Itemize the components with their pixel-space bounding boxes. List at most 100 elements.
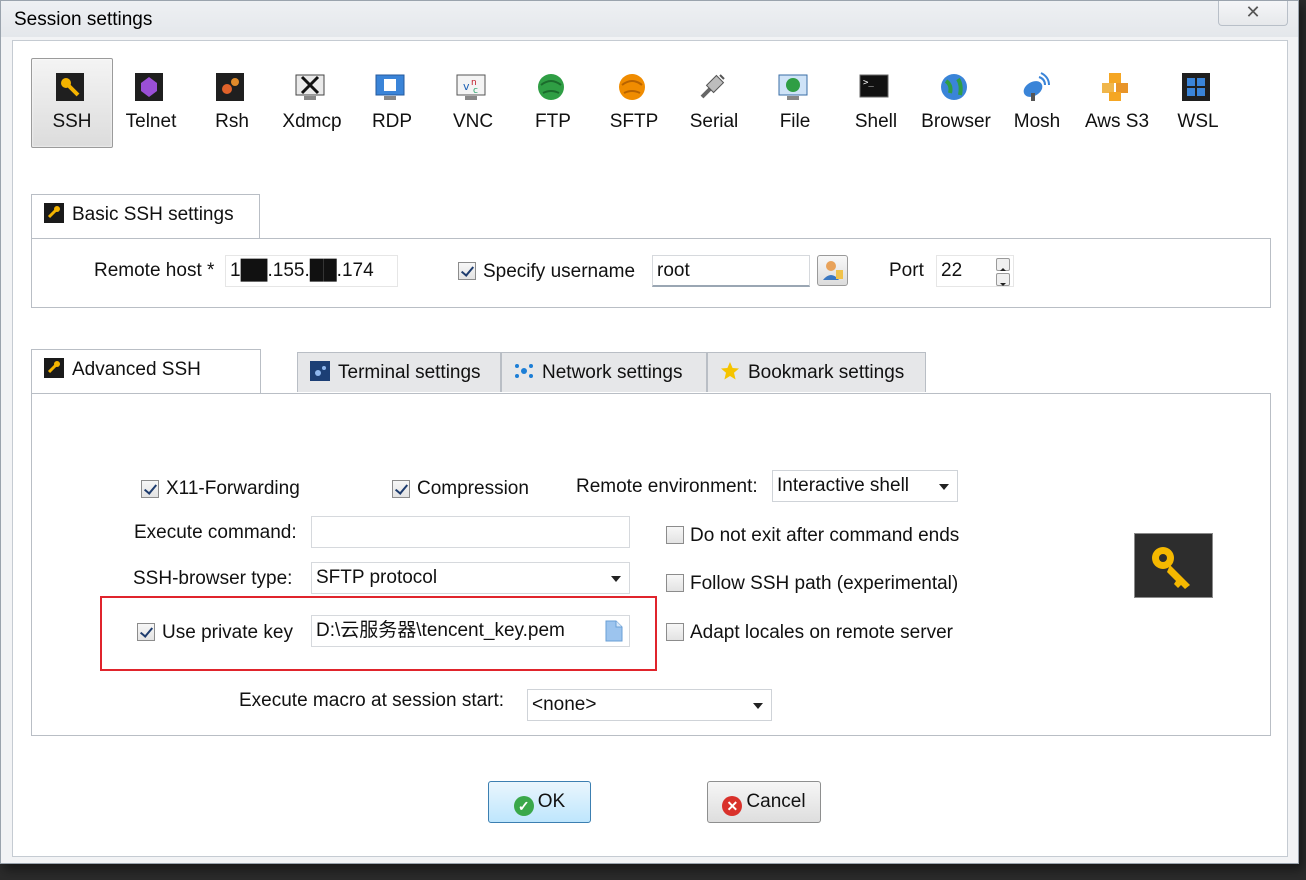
- follow-ssh-path-label: Follow SSH path (experimental): [690, 573, 959, 594]
- ssh-key-icon: [54, 71, 86, 103]
- protocol-label: Shell: [854, 111, 898, 132]
- wrench-icon: [44, 353, 64, 378]
- dialog-body: SSH Telnet Rsh Xdmcp RDP v n c VNC FTP SFTP Serial F…: [12, 40, 1288, 857]
- basic-settings-group: Remote host * 1██.155.██.174 Specify use…: [31, 238, 1271, 308]
- protocol-sftp-button[interactable]: SFTP: [594, 59, 674, 147]
- svg-text:v: v: [463, 80, 470, 93]
- protocol-label: WSL: [1177, 111, 1219, 132]
- session-settings-dialog: Session settings ✕ SSH Telnet Rsh Xdmcp RDP v…: [0, 0, 1299, 864]
- protocol-label: Serial: [689, 111, 739, 132]
- protocol-label: Mosh: [1013, 111, 1061, 132]
- protocol-label: Rsh: [215, 111, 249, 132]
- cancel-button-label: Cancel: [746, 791, 806, 812]
- vnc-icon: vnc: [455, 71, 487, 103]
- chevron-down-icon: [753, 703, 763, 709]
- specify-username-label: Specify username: [483, 261, 636, 282]
- shell-terminal-icon: >_: [858, 71, 890, 103]
- mosh-satellite-icon: [1019, 71, 1051, 103]
- do-not-exit-checkbox[interactable]: [666, 526, 684, 544]
- user-picker-button[interactable]: [817, 255, 848, 286]
- rsh-icon: [214, 71, 246, 103]
- do-not-exit-label: Do not exit after command ends: [690, 525, 960, 546]
- tab-bookmark-settings[interactable]: Bookmark settings: [707, 352, 926, 392]
- telnet-icon: [133, 71, 165, 103]
- username-input[interactable]: root: [652, 255, 810, 287]
- port-label: Port: [889, 260, 924, 281]
- x11-forwarding-label: X11-Forwarding: [166, 478, 300, 499]
- protocol-wsl-button[interactable]: WSL: [1158, 59, 1238, 147]
- title-bar: Session settings ✕: [1, 1, 1298, 37]
- x11-forwarding-checkbox[interactable]: [141, 480, 159, 498]
- execute-command-input[interactable]: [311, 516, 630, 548]
- execute-command-label: Execute command:: [134, 522, 297, 543]
- key-icon: [1134, 533, 1213, 598]
- protocol-label: RDP: [371, 111, 413, 132]
- user-icon: [823, 261, 843, 280]
- cancel-x-icon: ✕: [722, 796, 743, 816]
- cancel-button[interactable]: ✕ Cancel: [707, 781, 821, 823]
- rdp-icon: [374, 71, 406, 103]
- chevron-down-icon: [939, 484, 949, 490]
- ssh-browser-type-value: SFTP protocol: [316, 567, 438, 588]
- remote-host-input[interactable]: 1██.155.██.174: [225, 255, 398, 287]
- protocol-shell-button[interactable]: >_ Shell: [836, 59, 916, 147]
- terminal-settings-icon: [310, 356, 330, 381]
- protocol-ftp-button[interactable]: FTP: [513, 59, 593, 147]
- ok-button-label: OK: [537, 791, 566, 812]
- tab-advanced-ssh-settings[interactable]: Advanced SSH settings: [31, 349, 261, 420]
- follow-ssh-path-checkbox[interactable]: [666, 574, 684, 592]
- adapt-locales-label: Adapt locales on remote server: [690, 622, 953, 643]
- basic-tab-label: Basic SSH settings: [72, 204, 234, 225]
- advanced-settings-group: X11-Forwarding Compression Remote enviro…: [31, 393, 1271, 736]
- protocol-browser-button[interactable]: Browser: [916, 59, 996, 147]
- port-spin-down[interactable]: [996, 273, 1010, 286]
- specify-username-checkbox[interactable]: [458, 262, 476, 280]
- private-key-highlight-box: [100, 596, 657, 671]
- network-icon: [514, 356, 534, 378]
- wrench-icon: [44, 198, 64, 223]
- ftp-globe-icon: [535, 71, 567, 103]
- svg-text:c: c: [473, 86, 478, 96]
- protocol-label: Browser: [921, 111, 991, 132]
- tab-label: Bookmark settings: [748, 362, 905, 383]
- tab-label: Network settings: [542, 362, 683, 383]
- tab-basic-ssh-settings[interactable]: Basic SSH settings: [31, 194, 260, 240]
- ssh-browser-type-label: SSH-browser type:: [133, 568, 293, 589]
- chevron-down-icon: [611, 576, 621, 582]
- protocol-rsh-button[interactable]: Rsh: [192, 59, 272, 147]
- protocol-label: SSH: [52, 111, 92, 132]
- tab-label: Terminal settings: [338, 362, 481, 383]
- xdmcp-icon: [294, 71, 326, 103]
- file-monitor-icon: [777, 71, 809, 103]
- protocol-mosh-button[interactable]: Mosh: [997, 59, 1077, 147]
- execute-macro-select[interactable]: <none>: [527, 689, 772, 721]
- protocol-label: File: [779, 111, 811, 132]
- windows-icon: [1180, 71, 1212, 103]
- protocol-aws-s3-button[interactable]: Aws S3: [1077, 59, 1157, 147]
- protocol-label: Xdmcp: [282, 111, 342, 132]
- tab-network-settings[interactable]: Network settings: [501, 352, 707, 392]
- tab-terminal-settings[interactable]: Terminal settings: [297, 352, 501, 392]
- protocol-label: VNC: [452, 111, 494, 132]
- protocol-telnet-button[interactable]: Telnet: [111, 59, 191, 147]
- svg-text:>_: >_: [863, 78, 874, 88]
- execute-macro-label: Execute macro at session start:: [239, 690, 505, 711]
- close-button[interactable]: ✕: [1218, 1, 1288, 26]
- ssh-browser-type-select[interactable]: SFTP protocol: [311, 562, 630, 594]
- execute-macro-value: <none>: [532, 694, 597, 715]
- protocol-file-button[interactable]: File: [755, 59, 835, 147]
- star-icon: [720, 356, 740, 380]
- port-spin-up[interactable]: [996, 258, 1010, 271]
- protocol-label: FTP: [535, 111, 571, 132]
- protocol-rdp-button[interactable]: RDP: [352, 59, 432, 147]
- ok-button[interactable]: ✓ OK: [488, 781, 591, 823]
- remote-environment-select[interactable]: Interactive shell: [772, 470, 958, 502]
- protocol-label: Telnet: [125, 111, 177, 132]
- adapt-locales-checkbox[interactable]: [666, 623, 684, 641]
- protocol-serial-button[interactable]: Serial: [674, 59, 754, 147]
- compression-checkbox[interactable]: [392, 480, 410, 498]
- protocol-ssh-button[interactable]: SSH: [31, 58, 113, 148]
- protocol-vnc-button[interactable]: v n c VNC: [433, 59, 513, 147]
- serial-plug-icon: [696, 71, 728, 103]
- protocol-xdmcp-button[interactable]: Xdmcp: [272, 59, 352, 147]
